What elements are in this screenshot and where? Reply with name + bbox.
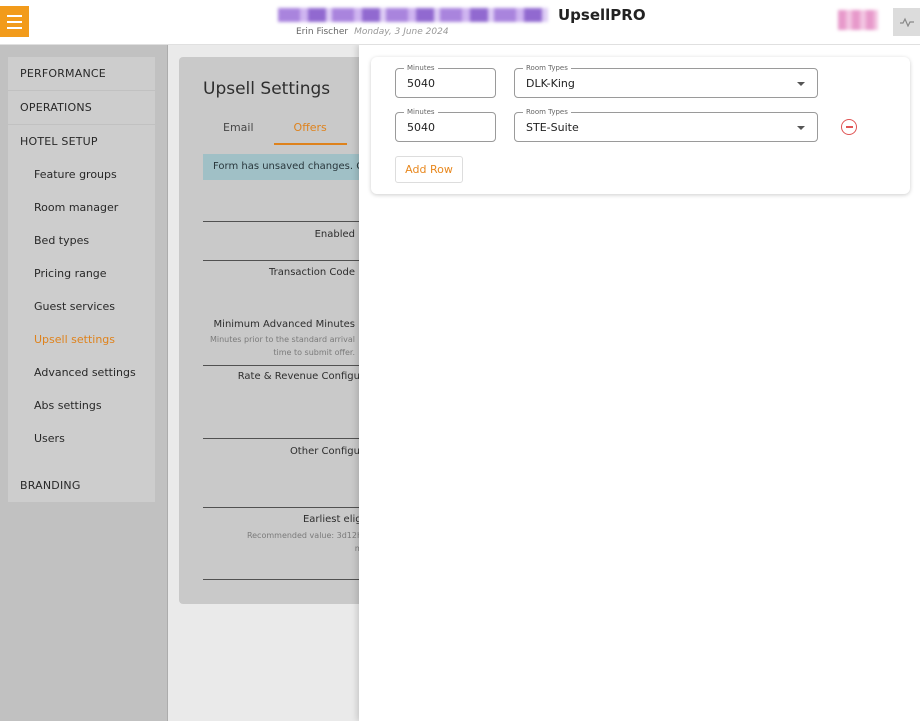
sidebar-section-performance[interactable]: PERFORMANCE — [8, 57, 155, 90]
settings-tabs: Email Offers E — [203, 121, 379, 145]
sidebar-section-label: PERFORMANCE — [20, 67, 106, 80]
sidebar-item-pricing-range[interactable]: Pricing range — [8, 257, 155, 290]
row-label-transaction-code: Transaction Code — [269, 267, 355, 278]
current-date: Monday, 3 June 2024 — [354, 27, 449, 37]
sidebar: PERFORMANCE OPERATIONS HOTEL SETUP Featu… — [0, 45, 168, 721]
room-types-drawer: Minutes 5040 Room Types DLK-King Minutes… — [359, 45, 920, 721]
user-info: Erin Fischer Monday, 3 June 2024 — [278, 27, 698, 37]
sidebar-item-guest-services[interactable]: Guest services — [8, 290, 155, 323]
row-hint: Recommended value: 3d12h (504 — [246, 531, 379, 540]
hotel-name-redacted — [278, 8, 548, 22]
minutes-label: Minutes — [404, 107, 438, 117]
sidebar-section-label[interactable]: HOTEL SETUP — [8, 125, 155, 158]
divider — [203, 507, 379, 508]
page-title: Upsell Settings — [203, 79, 331, 99]
room-types-value: STE-Suite — [526, 121, 579, 134]
room-types-card: Minutes 5040 Room Types DLK-King Minutes… — [371, 57, 910, 194]
header-center: UpsellPRO Erin Fischer Monday, 3 June 202… — [278, 6, 698, 37]
remove-circle-icon[interactable] — [841, 119, 857, 135]
sidebar-item-upsell-settings[interactable]: Upsell settings — [8, 323, 155, 356]
minutes-field[interactable]: Minutes 5040 — [395, 63, 496, 98]
user-name: Erin Fischer — [296, 27, 349, 37]
room-types-select[interactable]: Room Types STE-Suite — [514, 107, 818, 142]
sidebar-item-room-manager[interactable]: Room manager — [8, 191, 155, 224]
unsaved-changes-alert: Form has unsaved changes. Click — [203, 154, 379, 180]
top-header: UpsellPRO Erin Fischer Monday, 3 June 202… — [0, 0, 920, 45]
room-types-value: DLK-King — [526, 77, 575, 90]
sidebar-item-abs-settings[interactable]: Abs settings — [8, 389, 155, 422]
sidebar-item-advanced-settings[interactable]: Advanced settings — [8, 356, 155, 389]
row-hint: Minutes prior to the standard arrival — [209, 335, 355, 344]
row-label-min-advanced-minutes: Minimum Advanced Minutes — [213, 319, 355, 330]
sidebar-item-users[interactable]: Users — [8, 422, 155, 455]
divider — [203, 579, 379, 580]
divider — [203, 365, 379, 366]
tab-offers[interactable]: Offers — [273, 121, 347, 145]
add-row-button[interactable]: Add Row — [395, 156, 463, 183]
tab-email[interactable]: Email — [203, 121, 274, 145]
sidebar-item-feature-groups[interactable]: Feature groups — [8, 158, 155, 191]
minutes-field[interactable]: Minutes 5040 — [395, 107, 496, 142]
minutes-value: 5040 — [407, 121, 435, 134]
sidebar-section-label: OPERATIONS — [20, 101, 92, 114]
chevron-down-icon — [797, 126, 805, 130]
sidebar-section-operations[interactable]: OPERATIONS — [8, 91, 155, 124]
row-hint: time to submit offer. — [273, 348, 355, 357]
row-label-other-config: Other Configuratio — [289, 446, 379, 457]
row-label-earliest-eligibility: Earliest eligibilit — [302, 514, 379, 525]
room-types-label: Room Types — [523, 107, 571, 117]
avatar[interactable] — [838, 10, 878, 30]
minutes-label: Minutes — [404, 63, 438, 73]
sidebar-section-branding[interactable]: BRANDING — [8, 469, 155, 502]
room-types-select[interactable]: Room Types DLK-King — [514, 63, 818, 98]
divider — [203, 260, 379, 261]
minutes-value: 5040 — [407, 77, 435, 90]
sidebar-item-bed-types[interactable]: Bed types — [8, 224, 155, 257]
row-label-rate-revenue: Rate & Revenue Configuratio — [237, 371, 379, 382]
chevron-down-icon — [797, 82, 805, 86]
sidebar-section-label: BRANDING — [20, 479, 81, 492]
hamburger-icon[interactable] — [0, 6, 29, 37]
row-hint: minute — [203, 543, 379, 555]
sidebar-section-hotel-setup: HOTEL SETUP Feature groups Room manager … — [8, 125, 155, 469]
app-name: UpsellPRO — [558, 6, 646, 24]
divider — [203, 438, 379, 439]
row-label-enabled: Enabled — [314, 229, 355, 240]
divider — [203, 221, 379, 222]
activity-icon[interactable] — [893, 8, 920, 36]
upsell-settings-card: Upsell Settings Email Offers E Form has … — [179, 57, 379, 604]
room-types-label: Room Types — [523, 63, 571, 73]
